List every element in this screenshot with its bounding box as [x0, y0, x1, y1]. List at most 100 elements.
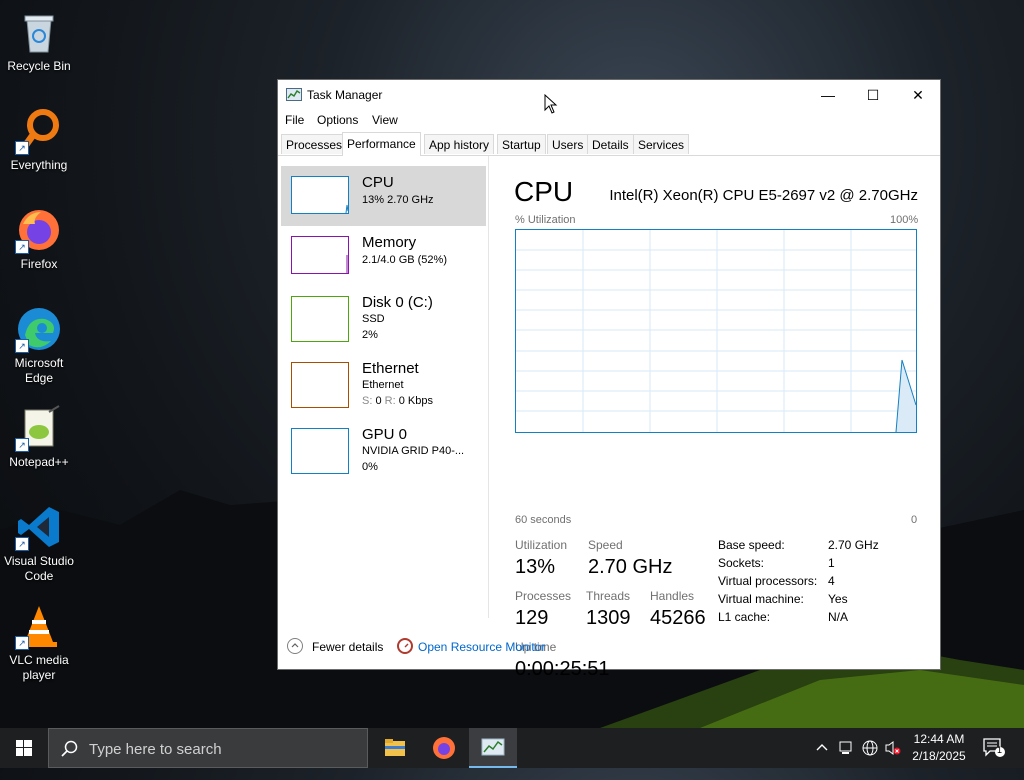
- shortcut-arrow-icon: ↗: [15, 438, 29, 452]
- window-title: Task Manager: [307, 88, 383, 102]
- fewer-details-link[interactable]: Fewer details: [312, 640, 383, 654]
- mouse-cursor-icon: [544, 94, 558, 114]
- threads-value: 1309: [586, 607, 631, 629]
- desktop-icon-vscode[interactable]: ↗ Visual Studio Code: [0, 503, 78, 584]
- shortcut-arrow-icon: ↗: [15, 636, 29, 650]
- title-bar[interactable]: Task Manager — ☐ ✕: [278, 80, 940, 110]
- desktop-icon-notepadpp[interactable]: ↗ Notepad++: [0, 404, 78, 470]
- fewer-details-chevron-icon[interactable]: [287, 638, 303, 654]
- resource-name: GPU 0: [362, 426, 408, 443]
- open-resource-monitor-link[interactable]: Open Resource Monitor: [418, 640, 545, 654]
- spec-label: Virtual machine:: [718, 592, 804, 606]
- resource-item-ethernet[interactable]: Ethernet Ethernet S: 0 R: 0 Kbps: [281, 352, 486, 412]
- resource-item-memory[interactable]: Memory 2.1/4.0 GB (52%): [281, 226, 486, 286]
- window-footer: Fewer details Open Resource Monitor: [278, 630, 940, 670]
- threads-label: Threads: [586, 589, 631, 603]
- taskbar-clock[interactable]: 12:44 AM 2/18/2025: [900, 731, 978, 765]
- resource-name: Memory: [362, 234, 417, 251]
- maximize-button[interactable]: ☐: [850, 80, 896, 110]
- processes-value: 129: [515, 607, 549, 629]
- handles-value: 45266: [650, 607, 706, 629]
- tab-performance[interactable]: Performance: [342, 132, 421, 156]
- cpu-utilization-graph: [515, 229, 917, 433]
- shortcut-arrow-icon: ↗: [15, 141, 29, 155]
- taskbar-search-box[interactable]: Type here to search: [48, 728, 368, 768]
- resource-detail-2: 2%: [362, 329, 378, 341]
- desktop-icon-everything[interactable]: ↗ Everything: [0, 107, 78, 173]
- tab-app-history[interactable]: App history: [424, 134, 495, 154]
- network-globe-icon[interactable]: [862, 740, 880, 780]
- receive-label: R:: [384, 395, 396, 407]
- resource-detail: 2.1/4.0 GB (52%): [362, 254, 447, 266]
- notification-center-icon[interactable]: 1: [982, 737, 1006, 777]
- cpu-detail-pane: CPU Intel(R) Xeon(R) CPU E5-2697 v2 @ 2.…: [490, 156, 940, 680]
- start-button[interactable]: [0, 728, 48, 768]
- clock-date: 2/18/2025: [912, 749, 966, 763]
- disk-mini-graph: [291, 296, 349, 342]
- send-label: S:: [362, 395, 373, 407]
- resource-name: Ethernet: [362, 360, 419, 377]
- notification-count: 1: [997, 745, 1003, 755]
- clock-time: 12:44 AM: [913, 732, 965, 746]
- desktop-icon-label: Everything: [10, 158, 68, 172]
- tab-services[interactable]: Services: [633, 134, 690, 154]
- menu-file[interactable]: File: [285, 113, 304, 127]
- tab-details[interactable]: Details: [587, 134, 634, 154]
- tab-processes[interactable]: Processes: [281, 134, 348, 154]
- graph-label-max: 100%: [890, 214, 919, 226]
- spec-label: Base speed:: [718, 538, 785, 552]
- resource-item-disk[interactable]: Disk 0 (C:) SSD 2%: [281, 286, 486, 346]
- tab-strip: Processes Performance App history Startu…: [278, 132, 940, 156]
- desktop-icon-label: VLC media player: [9, 653, 69, 682]
- desktop-icon-edge[interactable]: ↗ Microsoft Edge: [0, 305, 78, 386]
- resource-detail: NVIDIA GRID P40-...: [362, 445, 465, 457]
- edge-icon: ↗: [15, 305, 63, 353]
- menu-bar: File Options View: [278, 110, 940, 130]
- show-hidden-icons-chevron-icon[interactable]: [814, 740, 830, 780]
- resource-monitor-icon[interactable]: [397, 638, 413, 654]
- processor-name: Intel(R) Xeon(R) CPU E5-2697 v2 @ 2.70GH…: [609, 187, 918, 204]
- tab-startup[interactable]: Startup: [497, 134, 546, 154]
- firefox-icon: ↗: [15, 206, 63, 254]
- processes-label: Processes: [515, 589, 572, 603]
- resource-name: Disk 0 (C:): [362, 294, 433, 311]
- speed-label: Speed: [588, 538, 623, 552]
- close-button[interactable]: ✕: [895, 80, 941, 110]
- memory-mini-graph: [291, 236, 349, 274]
- cpu-mini-graph: [291, 176, 349, 214]
- minimize-button[interactable]: —: [805, 80, 851, 110]
- notepadpp-icon: ↗: [15, 404, 63, 452]
- desktop-icon-label: Firefox: [20, 257, 58, 271]
- desktop-icon-vlc[interactable]: ↗ VLC media player: [0, 602, 78, 683]
- taskbar-file-explorer[interactable]: [371, 728, 419, 768]
- vscode-icon: ↗: [15, 503, 63, 551]
- resource-item-gpu[interactable]: GPU 0 NVIDIA GRID P40-... 0%: [281, 418, 486, 478]
- tab-users[interactable]: Users: [547, 134, 589, 154]
- firefox-icon: [433, 737, 455, 759]
- desktop-icon-label: Visual Studio Code: [4, 554, 74, 583]
- task-manager-icon: [481, 738, 505, 756]
- desktop-icon-label: Recycle Bin: [7, 59, 71, 73]
- taskbar-firefox[interactable]: [420, 728, 468, 768]
- search-placeholder: Type here to search: [89, 741, 222, 758]
- desktop-icon-recycle-bin[interactable]: Recycle Bin: [0, 8, 78, 74]
- resource-detail-2: S: 0 R: 0 Kbps: [362, 395, 433, 407]
- resource-item-cpu[interactable]: CPU 13% 2.70 GHz: [281, 166, 486, 226]
- menu-view[interactable]: View: [372, 113, 398, 127]
- file-explorer-icon: [385, 739, 405, 756]
- ethernet-mini-graph: [291, 362, 349, 408]
- resource-detail: Ethernet: [362, 379, 404, 391]
- resource-detail-2: 0%: [362, 461, 378, 473]
- tray-device-icon[interactable]: [838, 740, 854, 780]
- send-value: 0: [375, 395, 382, 407]
- taskbar-task-manager[interactable]: [469, 728, 517, 768]
- desktop-icon-label: Microsoft Edge: [14, 356, 64, 385]
- menu-options[interactable]: Options: [317, 113, 358, 127]
- desktop-icon-firefox[interactable]: ↗ Firefox: [0, 206, 78, 272]
- speed-value: 2.70 GHz: [588, 556, 673, 578]
- graph-axis-zero: 0: [911, 514, 918, 526]
- resource-detail: SSD: [362, 313, 385, 325]
- desktop-icon-label: Notepad++: [9, 455, 69, 469]
- shortcut-arrow-icon: ↗: [15, 240, 29, 254]
- resource-list: CPU 13% 2.70 GHz Memory 2.1/4.0 GB (52%)…: [278, 156, 489, 618]
